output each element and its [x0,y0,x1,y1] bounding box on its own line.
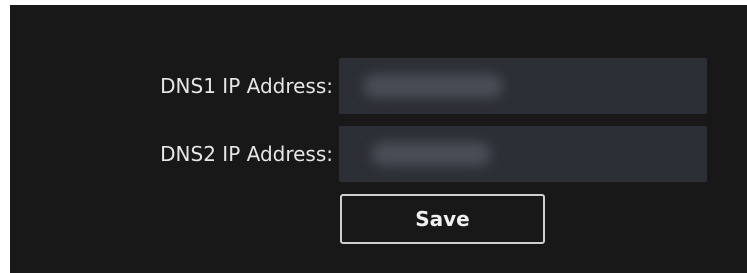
dns1-ip-input[interactable] [339,58,707,114]
dns2-label: DNS2 IP Address: [160,142,333,166]
dns-settings-panel: DNS1 IP Address: DNS2 IP Address: Save [10,5,747,273]
dns1-row: DNS1 IP Address: [10,58,747,114]
dns2-row: DNS2 IP Address: [10,126,747,182]
dns1-redacted-value [363,74,503,98]
dns1-label: DNS1 IP Address: [160,74,333,98]
save-button[interactable]: Save [340,194,545,244]
dns2-ip-input[interactable] [339,126,707,182]
dns2-redacted-value [371,142,491,166]
